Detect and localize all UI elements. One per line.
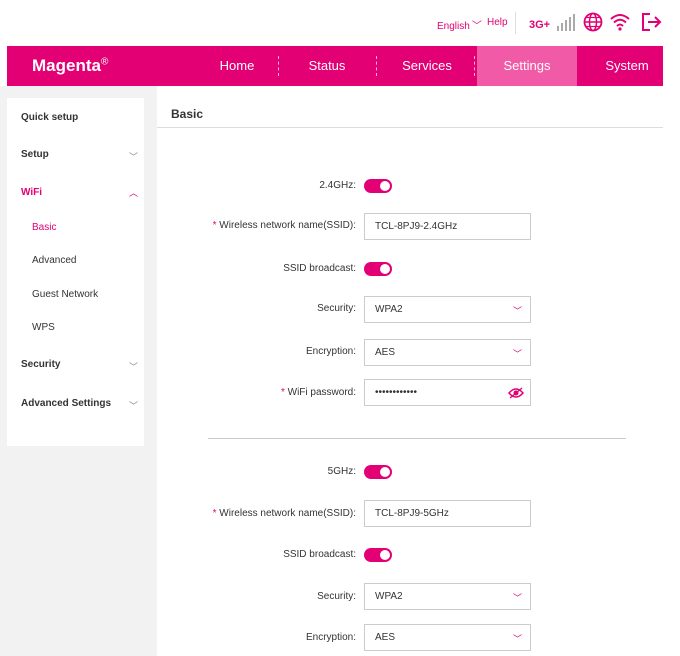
toggle-knob [380,550,390,560]
topbar-separator [515,12,516,34]
section-divider [208,438,626,439]
band24-ssid-label: * Wireless network name(SSID): [212,220,356,231]
sidebar-item-quick-setup[interactable]: Quick setup [21,112,78,123]
band24-security-select[interactable]: WPA2 ﹀ [364,296,531,323]
security-value: WPA2 [375,591,403,602]
sidebar-subitem-wps[interactable]: WPS [32,322,55,333]
brand-name: Magenta [32,56,101,75]
chevron-down-icon: ﹀ [512,634,522,644]
nav-services[interactable]: Services [387,46,467,86]
band24-broadcast-label: SSID broadcast: [283,263,356,274]
sidebar-item-setup[interactable]: Setup [21,149,49,160]
chevron-down-icon: ﹀ [129,362,139,372]
chevron-up-icon: ︿ [129,188,139,198]
nav-divider [474,56,475,76]
band5-ssid-input[interactable]: TCL-8PJ9-5GHz [364,500,531,527]
band24-password-input[interactable]: •••••••••••• [364,379,531,406]
brand-logo: Magenta® [32,56,108,76]
sidebar-subitem-basic[interactable]: Basic [32,222,56,233]
chevron-down-icon: ﹀ [129,152,139,162]
toggle-knob [380,181,390,191]
chevron-down-icon: ﹀ [512,593,522,603]
band5-encryption-select[interactable]: AES ﹀ [364,624,531,651]
band5-security-select[interactable]: WPA2 ﹀ [364,583,531,610]
band5-broadcast-toggle[interactable] [364,548,392,562]
nav-divider [376,56,377,76]
band24-label: 2.4GHz: [319,180,356,191]
sidebar-subitem-guest-network[interactable]: Guest Network [32,289,98,300]
nav-status[interactable]: Status [287,46,367,86]
nav-divider [278,56,279,76]
band24-toggle[interactable] [364,179,392,193]
network-type-label: 3G+ [529,19,551,31]
band5-label: 5GHz: [327,466,356,477]
nav-home[interactable]: Home [197,46,277,86]
toggle-knob [380,467,390,477]
globe-icon[interactable] [583,12,603,32]
help-link[interactable]: Help [487,17,508,28]
band5-broadcast-label: SSID broadcast: [283,549,356,560]
signal-strength-icon [557,14,575,31]
chevron-down-icon: ﹀ [129,401,139,411]
band24-encryption-label: Encryption: [305,346,356,357]
ssid-value: TCL-8PJ9-5GHz [375,508,449,519]
band24-broadcast-toggle[interactable] [364,262,392,276]
chevron-down-icon: ﹀ [512,349,522,359]
chevron-down-icon: ﹀ [512,306,522,316]
eye-icon[interactable] [508,386,524,400]
band24-ssid-input[interactable]: TCL-8PJ9-2.4GHz [364,213,531,240]
band24-encryption-select[interactable]: AES ﹀ [364,339,531,366]
ssid-value: TCL-8PJ9-2.4GHz [375,221,458,232]
band5-security-label: Security: [317,591,356,602]
page-title: Basic [171,107,204,121]
sidebar-subitem-advanced[interactable]: Advanced [32,255,76,266]
sidebar-item-advanced-settings[interactable]: Advanced Settings [21,398,111,409]
sidebar-item-security[interactable]: Security [21,359,60,370]
band24-security-label: Security: [317,303,356,314]
band5-ssid-label: * Wireless network name(SSID): [212,508,356,519]
security-value: WPA2 [375,304,403,315]
password-value: •••••••••••• [375,387,418,398]
logout-icon[interactable] [641,12,663,32]
nav-system[interactable]: System [587,46,667,86]
title-divider [157,127,663,128]
toggle-knob [380,264,390,274]
top-utility-bar: English ﹀ Help 3G+ [0,0,680,46]
band24-password-label: * WiFi password: [280,387,356,398]
brand-registered-mark: ® [100,56,109,68]
sidebar: Quick setup Setup ﹀ WiFi ︿ Basic Advance… [7,98,144,446]
encryption-value: AES [375,347,396,358]
sidebar-item-wifi[interactable]: WiFi [21,187,42,198]
chevron-down-icon: ﹀ [471,21,482,32]
encryption-value: AES [375,632,396,643]
language-label: English [437,21,470,32]
language-selector[interactable]: English ﹀ [437,17,482,32]
band5-toggle[interactable] [364,465,392,479]
band5-encryption-label: Encryption: [305,632,356,643]
main-nav-bar: Magenta® Home Status Services Settings S… [7,46,663,86]
nav-settings[interactable]: Settings [477,46,577,86]
wifi-icon[interactable] [609,12,631,32]
